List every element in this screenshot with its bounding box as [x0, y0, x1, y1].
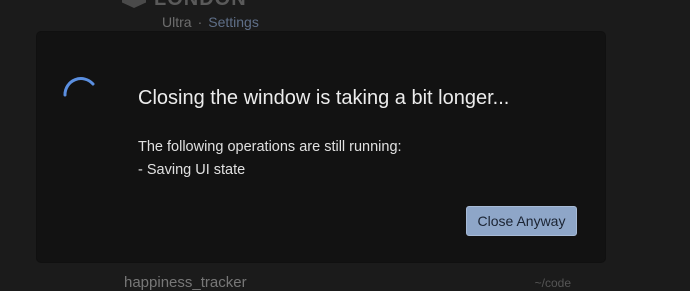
- running-operation-item: - Saving UI state: [138, 162, 246, 178]
- dialog-title: Closing the window is taking a bit longe…: [138, 87, 510, 109]
- breadcrumb-item-settings[interactable]: Settings: [208, 14, 259, 30]
- project-row-name[interactable]: happiness_tracker: [124, 274, 247, 291]
- loading-spinner-icon: [61, 74, 101, 114]
- closing-dialog: Closing the window is taking a bit longe…: [37, 32, 605, 262]
- brand-wordmark: LONDON: [154, 0, 247, 11]
- breadcrumb-separator: ·: [197, 14, 203, 30]
- breadcrumb: Ultra · Settings: [162, 14, 259, 30]
- close-anyway-button[interactable]: Close Anyway: [466, 206, 577, 236]
- project-row-path: ~/code: [534, 276, 571, 290]
- dialog-message-line: The following operations are still runni…: [138, 139, 402, 155]
- app-logo-icon: [122, 0, 146, 8]
- breadcrumb-item-ultra: Ultra: [162, 14, 192, 30]
- dialog-message: The following operations are still runni…: [138, 136, 402, 182]
